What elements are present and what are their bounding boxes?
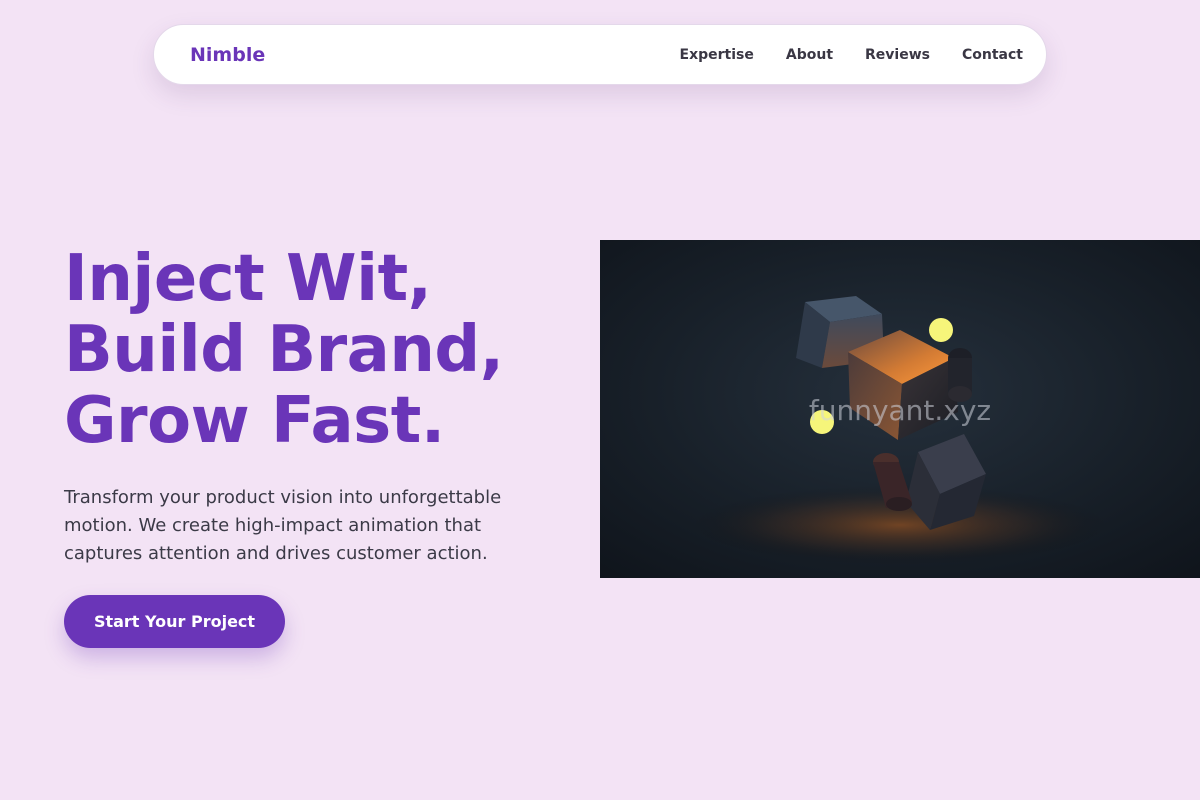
image-watermark: funnyant.xyz bbox=[809, 394, 991, 427]
brand-logo[interactable]: Nimble bbox=[190, 43, 265, 67]
nav-links: Expertise About Reviews Contact bbox=[680, 46, 1023, 64]
hero-headline-line-3: Grow Fast. bbox=[64, 384, 445, 458]
nav-link-reviews[interactable]: Reviews bbox=[865, 46, 930, 64]
hero-headline-line-2: Build Brand, bbox=[64, 313, 504, 387]
hero-image: funnyant.xyz bbox=[600, 240, 1200, 578]
page: Nimble Expertise About Reviews Contact I… bbox=[0, 0, 1200, 800]
nav-link-expertise[interactable]: Expertise bbox=[680, 46, 754, 64]
nav-link-about[interactable]: About bbox=[786, 46, 833, 64]
floating-cubes-illustration: funnyant.xyz bbox=[600, 240, 1200, 578]
nav-link-contact[interactable]: Contact bbox=[962, 46, 1023, 64]
hero-headline: Inject Wit, Build Brand, Grow Fast. bbox=[64, 244, 584, 457]
start-project-button[interactable]: Start Your Project bbox=[64, 595, 285, 648]
hero-headline-line-1: Inject Wit, bbox=[64, 242, 432, 316]
hero-subtext: Transform your product vision into unfor… bbox=[64, 487, 502, 564]
top-nav: Nimble Expertise About Reviews Contact bbox=[153, 24, 1047, 85]
